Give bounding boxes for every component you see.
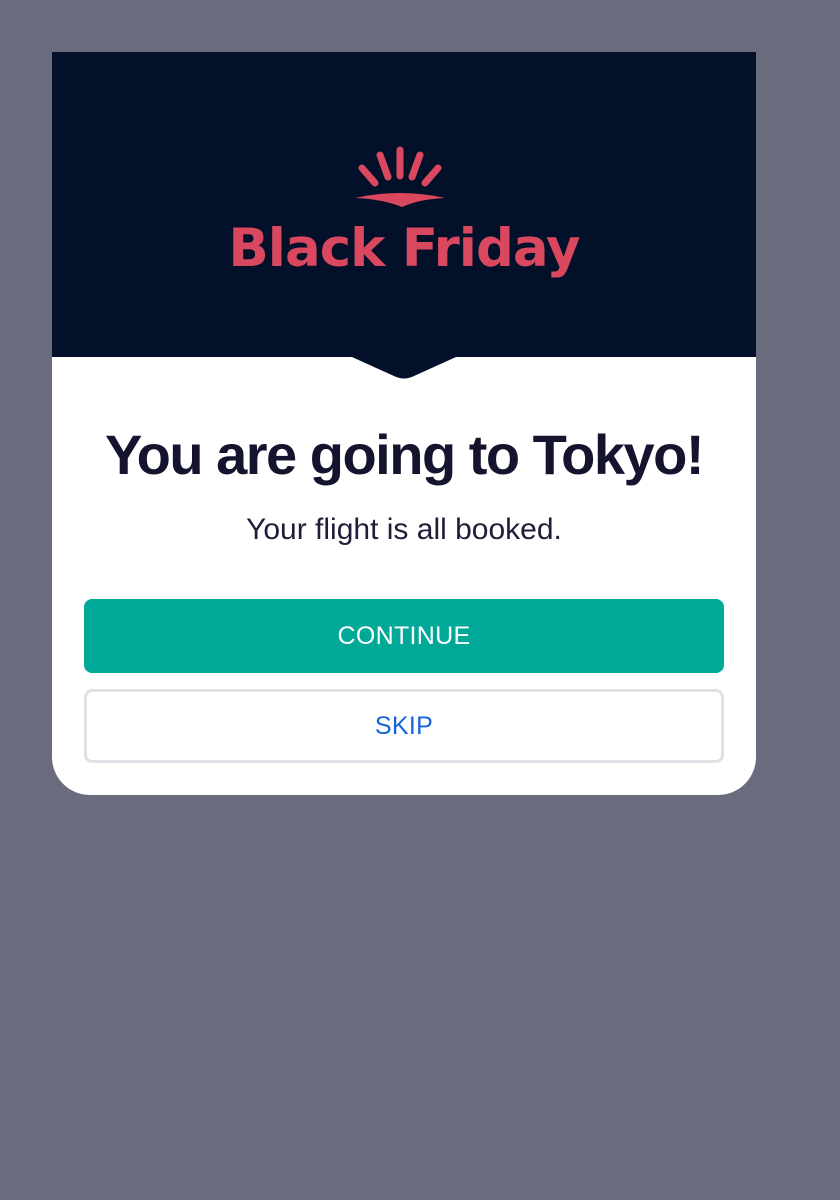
promo-banner: Black Friday: [52, 52, 756, 357]
confirmation-dialog: Black Friday You are going to Tokyo! You…: [52, 52, 756, 795]
dialog-title: You are going to Tokyo!: [104, 423, 705, 486]
continue-button[interactable]: CONTINUE: [84, 599, 724, 673]
sunrise-icon: [355, 146, 445, 207]
skip-button[interactable]: SKIP: [84, 689, 724, 763]
skip-button-label: SKIP: [374, 711, 434, 740]
continue-button-label: CONTINUE: [337, 621, 471, 650]
dialog-message: Your flight is all booked.: [246, 513, 562, 546]
brand-name: Black Friday: [228, 218, 580, 279]
banner-pointer: [352, 357, 456, 379]
